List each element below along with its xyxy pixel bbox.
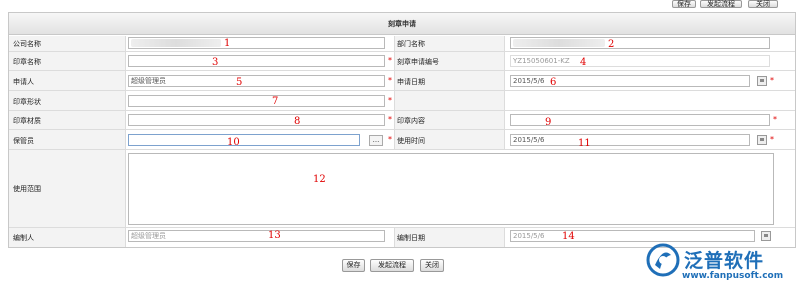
top-save-button[interactable]: 保存 <box>672 0 696 8</box>
apply-date-label: 申请日期 <box>397 78 425 86</box>
applicant-label: 申请人 <box>13 78 34 86</box>
seal-name-label: 印章名称 <box>13 58 41 66</box>
fanpu-logo-icon <box>646 243 680 277</box>
apply-date-required: * <box>770 76 774 85</box>
col-sep-3b <box>504 228 505 247</box>
top-start-flow-button[interactable]: 发起流程 <box>700 0 742 8</box>
col-sep-2 <box>394 36 395 150</box>
marker-1: 1 <box>224 38 231 49</box>
brand-name: 泛普软件 <box>684 250 765 272</box>
use-time-label: 使用时间 <box>397 137 425 145</box>
seal-name-input[interactable] <box>128 55 385 67</box>
department-redacted <box>513 39 605 47</box>
marker-6: 6 <box>550 77 557 88</box>
company-label: 公司名称 <box>13 40 41 48</box>
footer-save-button[interactable]: 保存 <box>342 259 365 272</box>
author-field: 超级管理员 <box>128 230 385 242</box>
marker-9: 9 <box>545 117 552 128</box>
col-sep-3 <box>504 36 505 150</box>
department-label: 部门名称 <box>397 40 425 48</box>
author-label: 编制人 <box>13 234 34 242</box>
apply-no-label: 刻章申请编号 <box>397 58 439 66</box>
custodian-label: 保管员 <box>13 137 34 145</box>
apply-date-calendar-icon[interactable] <box>757 76 767 86</box>
marker-2: 2 <box>608 39 615 50</box>
author-date-label: 编制日期 <box>397 234 425 242</box>
col-sep-2b <box>394 228 395 247</box>
use-time-required: * <box>770 135 774 144</box>
custodian-required: * <box>388 135 392 144</box>
custodian-picker-button[interactable]: ... <box>369 135 383 146</box>
apply-no-field: YZ15050601-KZ <box>510 55 770 67</box>
row-4 <box>9 91 795 111</box>
brand-url: www.fanpusoft.com <box>682 271 784 281</box>
marker-8: 8 <box>294 116 301 127</box>
seal-shape-required: * <box>388 96 392 105</box>
applicant-input[interactable]: 超级管理员 <box>128 75 385 87</box>
apply-date-input[interactable]: 2015/5/6 <box>510 75 750 87</box>
marker-5: 5 <box>236 77 243 88</box>
use-scope-textarea[interactable] <box>128 153 774 225</box>
use-scope-label: 使用范围 <box>13 185 41 193</box>
marker-3: 3 <box>212 57 219 68</box>
seal-shape-label: 印章形状 <box>13 98 41 106</box>
seal-content-label: 印章内容 <box>397 117 425 125</box>
marker-10: 10 <box>227 137 240 148</box>
marker-11: 11 <box>578 138 591 149</box>
seal-material-input[interactable] <box>128 114 385 126</box>
custodian-input[interactable] <box>128 134 360 146</box>
use-time-input[interactable]: 2015/5/6 <box>510 134 750 146</box>
brand-logo: 泛普软件 www.fanpusoft.com <box>646 243 796 287</box>
seal-material-label: 印章材质 <box>13 117 41 125</box>
marker-12: 12 <box>313 174 326 185</box>
footer-close-button[interactable]: 关闭 <box>420 259 444 272</box>
seal-shape-input[interactable] <box>128 95 385 107</box>
footer-start-flow-button[interactable]: 发起流程 <box>370 259 414 272</box>
top-close-button[interactable]: 关闭 <box>748 0 778 8</box>
seal-content-required: * <box>773 115 777 124</box>
use-time-calendar-icon[interactable] <box>757 135 767 145</box>
col-sep-1 <box>125 36 126 247</box>
applicant-required: * <box>388 76 392 85</box>
author-date-calendar-icon[interactable] <box>761 231 771 241</box>
marker-13: 13 <box>268 230 281 241</box>
seal-material-required: * <box>388 115 392 124</box>
author-date-field: 2015/5/6 <box>510 230 755 242</box>
company-redacted <box>131 39 221 47</box>
marker-14: 14 <box>562 231 575 242</box>
seal-name-required: * <box>388 56 392 65</box>
marker-7: 7 <box>272 96 279 107</box>
marker-4: 4 <box>580 57 587 68</box>
form-title: 刻章申请 <box>9 13 795 35</box>
